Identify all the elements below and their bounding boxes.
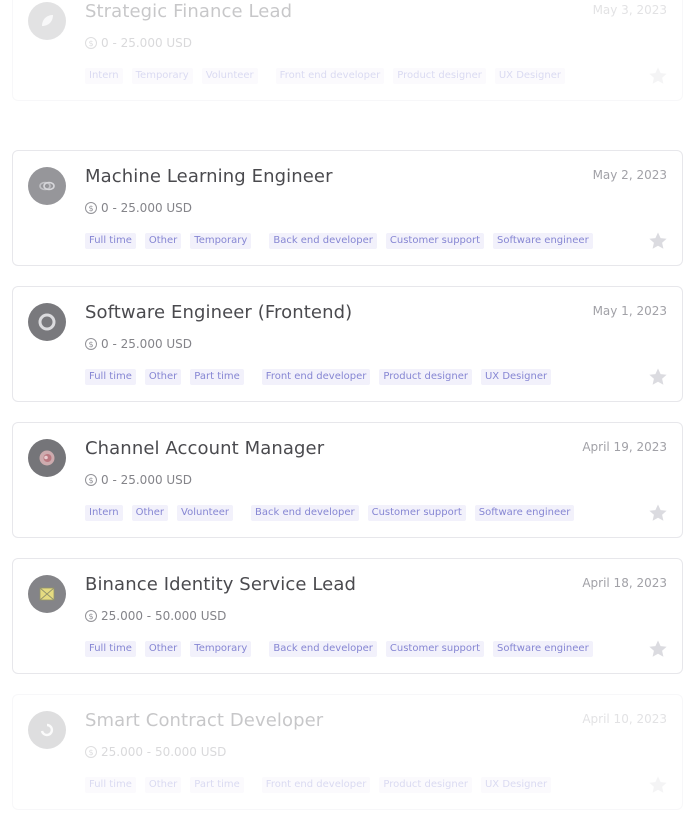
company-logo — [28, 711, 66, 749]
tag: Temporary — [190, 233, 252, 249]
tag-list: Full time Other Part time Front end deve… — [85, 369, 560, 385]
tag: Customer support — [385, 641, 485, 657]
star-icon[interactable] — [648, 503, 668, 523]
salary-text: 0 - 25.000 USD — [101, 473, 193, 487]
tag: Product designer — [379, 369, 472, 385]
salary-text: 25.000 - 50.000 USD — [101, 609, 227, 623]
tag: Temporary — [190, 641, 252, 657]
job-title[interactable]: Strategic Finance Lead — [85, 1, 292, 22]
salary-range: $ 25.000 - 50.000 USD — [85, 745, 226, 759]
tag-list: Intern Other Volunteer Back end develope… — [85, 505, 583, 521]
tag: Product designer — [379, 777, 472, 793]
tag: Front end developer — [275, 68, 385, 84]
tag: Other — [144, 641, 182, 657]
job-card[interactable]: Software Engineer (Frontend) May 1, 2023… — [12, 286, 683, 402]
tag: Software engineer — [474, 505, 575, 521]
salary-text: 0 - 25.000 USD — [101, 201, 193, 215]
tag: Other — [131, 505, 169, 521]
tag: Back end developer — [269, 641, 377, 657]
tag: Back end developer — [251, 505, 359, 521]
tag: Full time — [85, 777, 136, 793]
job-title[interactable]: Machine Learning Engineer — [85, 166, 333, 187]
tag-list: Full time Other Temporary Back end devel… — [85, 641, 602, 657]
star-icon[interactable] — [648, 66, 668, 86]
job-card[interactable]: Strategic Finance Lead May 3, 2023 $ 0 -… — [12, 0, 683, 101]
job-card[interactable]: Binance Identity Service Lead April 18, … — [12, 558, 683, 674]
dollar-coin-icon: $ — [85, 202, 97, 214]
tag: Front end developer — [261, 777, 371, 793]
posted-date: May 1, 2023 — [592, 304, 667, 318]
salary-range: $ 0 - 25.000 USD — [85, 337, 192, 351]
tag: Full time — [85, 369, 136, 385]
company-logo — [28, 2, 66, 40]
job-card[interactable]: Smart Contract Developer April 10, 2023 … — [12, 694, 683, 810]
company-logo — [28, 439, 66, 477]
swirl-icon — [39, 450, 55, 466]
posted-date: April 18, 2023 — [582, 576, 667, 590]
tag: Volunteer — [201, 68, 258, 84]
salary-text: 0 - 25.000 USD — [101, 337, 193, 351]
salary-range: $ 0 - 25.000 USD — [85, 473, 192, 487]
tag: Customer support — [385, 233, 485, 249]
job-title[interactable]: Binance Identity Service Lead — [85, 574, 356, 595]
salary-range: $ 0 - 25.000 USD — [85, 36, 192, 50]
tag: UX Designer — [480, 777, 552, 793]
company-logo — [28, 167, 66, 205]
job-card[interactable]: Machine Learning Engineer May 2, 2023 $ … — [12, 150, 683, 266]
tag: Other — [144, 369, 182, 385]
tag: Customer support — [367, 505, 466, 521]
tag-list: Intern Temporary Volunteer Front end dev… — [85, 68, 574, 84]
posted-date: May 3, 2023 — [592, 3, 667, 17]
tag: Front end developer — [261, 369, 371, 385]
salary-text: 0 - 25.000 USD — [101, 36, 193, 50]
tag-list: Full time Other Temporary Back end devel… — [85, 233, 602, 249]
tag: Full time — [85, 641, 136, 657]
job-title[interactable]: Smart Contract Developer — [85, 710, 323, 731]
circle-arrow-icon — [40, 723, 54, 737]
tag-list: Full time Other Part time Front end deve… — [85, 777, 560, 793]
tag: Back end developer — [269, 233, 377, 249]
company-logo — [28, 575, 66, 613]
job-title[interactable]: Software Engineer (Frontend) — [85, 302, 352, 323]
leaf-icon — [42, 15, 53, 26]
salary-text: 25.000 - 50.000 USD — [101, 745, 227, 759]
tag: Intern — [85, 505, 123, 521]
tag: Part time — [190, 777, 244, 793]
posted-date: May 2, 2023 — [592, 168, 667, 182]
dollar-coin-icon: $ — [85, 610, 97, 622]
star-icon[interactable] — [648, 231, 668, 251]
job-title[interactable]: Channel Account Manager — [85, 438, 324, 459]
star-icon[interactable] — [648, 775, 668, 795]
tag: Software engineer — [493, 233, 593, 249]
company-logo — [28, 303, 66, 341]
tag: Product designer — [393, 68, 486, 84]
dollar-coin-icon: $ — [85, 338, 97, 350]
dollar-coin-icon: $ — [85, 474, 97, 486]
salary-range: $ 0 - 25.000 USD — [85, 201, 192, 215]
tag: UX Designer — [480, 369, 552, 385]
job-list: Strategic Finance Lead May 3, 2023 $ 0 -… — [0, 0, 696, 827]
link-icon — [39, 181, 55, 191]
star-icon[interactable] — [648, 367, 668, 387]
posted-date: April 10, 2023 — [582, 712, 667, 726]
posted-date: April 19, 2023 — [582, 440, 667, 454]
ring-icon — [38, 313, 56, 331]
job-card[interactable]: Channel Account Manager April 19, 2023 $… — [12, 422, 683, 538]
dollar-coin-icon: $ — [85, 746, 97, 758]
tag: Full time — [85, 233, 136, 249]
tag: Part time — [190, 369, 244, 385]
tag: Volunteer — [177, 505, 234, 521]
tag: Other — [144, 777, 182, 793]
tag: Intern — [85, 68, 123, 84]
tag: Other — [144, 233, 182, 249]
star-icon[interactable] — [648, 639, 668, 659]
envelope-icon — [39, 587, 55, 601]
tag: Temporary — [131, 68, 193, 84]
tag: Software engineer — [493, 641, 593, 657]
tag: UX Designer — [494, 68, 565, 84]
salary-range: $ 25.000 - 50.000 USD — [85, 609, 226, 623]
dollar-coin-icon: $ — [85, 37, 97, 49]
